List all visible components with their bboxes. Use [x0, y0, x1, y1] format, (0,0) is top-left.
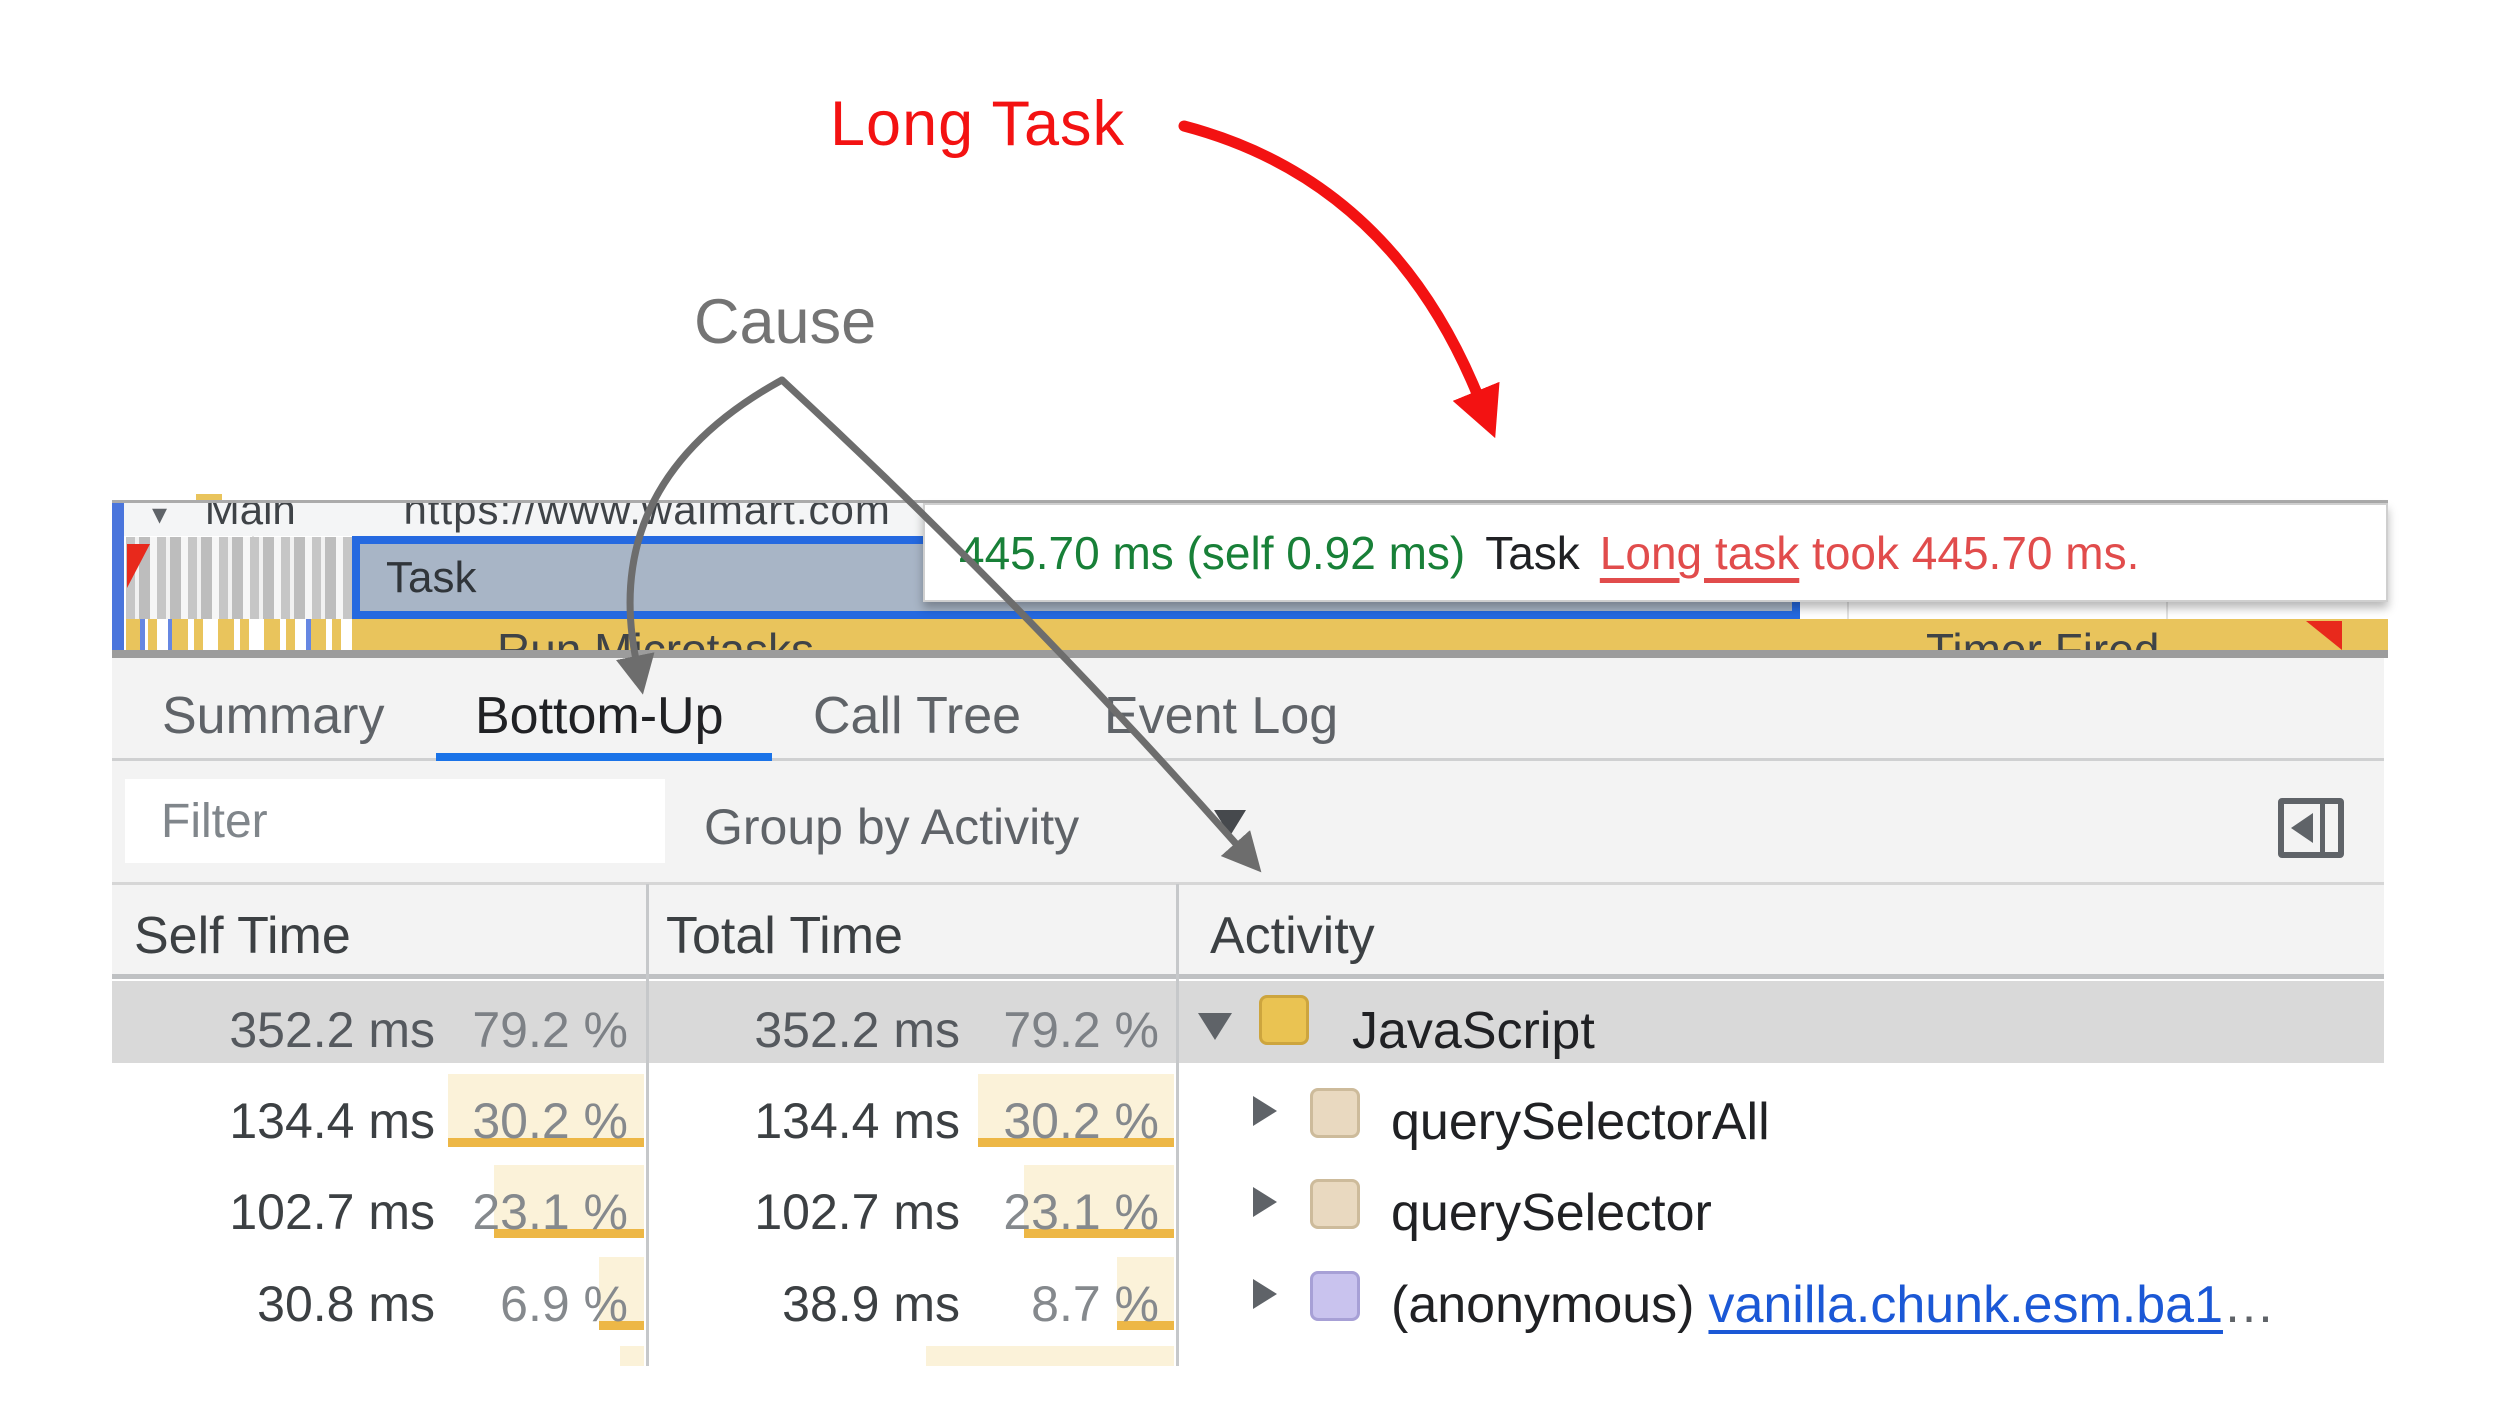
column-header-total-time[interactable]: Total Time [666, 906, 903, 966]
total-time-value: 38.9 ms [782, 1276, 960, 1332]
total-time-value: 134.4 ms [754, 1093, 960, 1149]
run-microtasks-label: Run Microtasks [497, 624, 814, 650]
toolbar-border [112, 882, 2384, 885]
self-pct-value: 79.2 % [472, 1002, 628, 1058]
mini-bar [168, 619, 172, 650]
task-bar-label: Task [386, 552, 477, 602]
self-time-value: 30.8 ms [257, 1276, 435, 1332]
track-name: Main [204, 503, 296, 533]
tab-bottom-up[interactable]: Bottom-Up [475, 686, 724, 746]
dropdown-caret-icon[interactable] [1214, 810, 1246, 836]
self-pct-bar [620, 1346, 644, 1366]
expand-caret-icon[interactable] [1253, 1187, 1277, 1217]
activity-label[interactable]: querySelector [1391, 1183, 1712, 1243]
activity-label[interactable]: querySelectorAll [1391, 1092, 1770, 1152]
tab-call-tree[interactable]: Call Tree [813, 686, 1021, 746]
tab-summary[interactable]: Summary [162, 686, 384, 746]
sidebar-left-arrow-icon [2291, 813, 2313, 843]
column-divider[interactable] [646, 884, 649, 1366]
total-time-value: 102.7 ms [754, 1184, 960, 1240]
show-sidebar-toggle[interactable] [2278, 798, 2344, 858]
mini-script-bars [126, 619, 352, 650]
table-row[interactable]: 352.2 ms 79.2 % 352.2 ms 79.2 % JavaScri… [112, 981, 2384, 1063]
tooltip-long-task-link[interactable]: Long task [1600, 526, 1799, 580]
truncation-ellipsis: … [2222, 1276, 2275, 1334]
column-header-self-time[interactable]: Self Time [134, 906, 351, 966]
anonymous-label[interactable]: (anonymous) [1391, 1276, 1694, 1334]
self-time-value: 102.7 ms [229, 1184, 435, 1240]
category-swatch-anonymous [1310, 1271, 1360, 1321]
long-task-arrow [1178, 120, 1500, 439]
self-pct-value: 23.1 % [472, 1184, 628, 1240]
total-time-value: 352.2 ms [754, 1002, 960, 1058]
mini-bar [140, 619, 145, 650]
table-row[interactable]: 134.4 ms 30.2 % 134.4 ms 30.2 % querySel… [112, 1072, 2384, 1164]
track-url: https://www.walmart.com [403, 503, 891, 533]
group-by-dropdown[interactable]: Group by Activity [704, 798, 1079, 856]
tooltip-category: Task [1485, 526, 1580, 579]
self-time-value: 352.2 ms [229, 1002, 435, 1058]
tooltip-duration: 445.70 ms (self 0.92 ms) [959, 526, 1466, 579]
category-swatch-javascript [1259, 995, 1309, 1045]
column-header-activity[interactable]: Activity [1210, 906, 1375, 966]
filter-input[interactable] [125, 779, 665, 863]
self-pct-value: 6.9 % [500, 1276, 628, 1332]
sidebar-divider-icon [2320, 804, 2325, 852]
tooltip-warning-text: took 445.70 ms. [1799, 526, 2140, 579]
track-selection-bar [112, 503, 124, 650]
script-activity-row[interactable]: Run Microtasks Timer Fired [352, 619, 2388, 650]
collapse-caret-icon[interactable] [1198, 1013, 1232, 1040]
active-tab-underline [436, 753, 772, 761]
total-pct-bar [926, 1346, 1174, 1366]
total-pct-value: 30.2 % [1003, 1093, 1159, 1149]
task-tooltip: 445.70 ms (self 0.92 ms) Task Long task … [923, 503, 2388, 602]
mini-bar [306, 619, 311, 650]
source-file-link[interactable]: vanilla.chunk.esm.ba1 [1708, 1276, 2223, 1334]
total-pct-value: 79.2 % [1003, 1002, 1159, 1058]
self-time-value: 134.4 ms [229, 1093, 435, 1149]
flame-bottom-shadow [112, 650, 2388, 658]
total-pct-value: 8.7 % [1031, 1276, 1159, 1332]
long-task-annotation: Long Task [830, 89, 1126, 159]
screenshot-page: Long Task Cause ▾ Main https://www.walma… [0, 0, 2500, 1406]
expand-caret-icon[interactable] [1253, 1279, 1277, 1309]
cause-annotation: Cause [694, 287, 877, 357]
timer-fired-label: Timer Fired [1926, 624, 2160, 650]
performance-flame-chart: ▾ Main https://www.walmart.com Task Run … [112, 494, 2390, 658]
tab-event-log[interactable]: Event Log [1104, 686, 1338, 746]
activity-label[interactable]: JavaScript [1352, 1001, 1595, 1061]
header-border [112, 974, 2384, 979]
expand-caret-icon[interactable] [1253, 1096, 1277, 1126]
bottom-up-panel: Summary Bottom-Up Call Tree Event Log Gr… [112, 658, 2384, 1366]
table-row[interactable]: 30.8 ms 6.9 % 38.9 ms 8.7 % (anonymous) v… [112, 1255, 2384, 1347]
column-divider[interactable] [1176, 884, 1179, 1366]
self-pct-value: 30.2 % [472, 1093, 628, 1149]
total-pct-value: 23.1 % [1003, 1184, 1159, 1240]
category-swatch-dom [1310, 1179, 1360, 1229]
track-expand-caret-icon[interactable]: ▾ [152, 503, 167, 532]
mini-task-bars [126, 537, 352, 619]
activity-label: (anonymous) vanilla.chunk.esm.ba1… [1391, 1275, 2275, 1335]
table-row[interactable]: 102.7 ms 23.1 % 102.7 ms 23.1 % querySel… [112, 1163, 2384, 1255]
category-swatch-dom [1310, 1088, 1360, 1138]
